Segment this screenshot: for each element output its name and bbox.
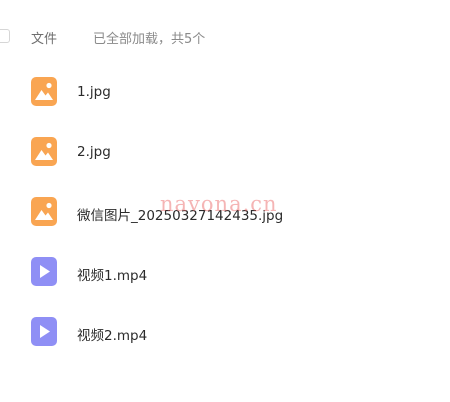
image-file-icon	[31, 137, 57, 166]
file-row[interactable]: 2.jpg	[0, 124, 450, 184]
file-row[interactable]: 1.jpg	[0, 64, 450, 124]
file-list-header: 文件 已全部加载，共5个	[0, 26, 450, 48]
file-row[interactable]: 视频2.mp4	[0, 304, 450, 364]
file-name[interactable]: 视频1.mp4	[77, 264, 147, 284]
file-name[interactable]: 1.jpg	[77, 84, 111, 100]
column-header-file[interactable]: 文件	[31, 28, 57, 47]
file-row[interactable]: 视频1.mp4	[0, 244, 450, 304]
file-name[interactable]: 2.jpg	[77, 144, 111, 160]
file-name[interactable]: 视频2.mp4	[77, 324, 147, 344]
file-name[interactable]: 微信图片_20250327142435.jpg	[77, 204, 283, 224]
load-status-text: 已全部加载，共5个	[93, 32, 206, 47]
file-list: 1.jpg 2.jpg 微信图片_20250327142435.jpg 视频1.…	[0, 64, 450, 364]
video-file-icon	[31, 317, 57, 346]
select-all-checkbox[interactable]	[0, 29, 10, 43]
image-file-icon	[31, 77, 57, 106]
video-file-icon	[31, 257, 57, 286]
file-row[interactable]: 微信图片_20250327142435.jpg	[0, 184, 450, 244]
image-file-icon	[31, 197, 57, 226]
